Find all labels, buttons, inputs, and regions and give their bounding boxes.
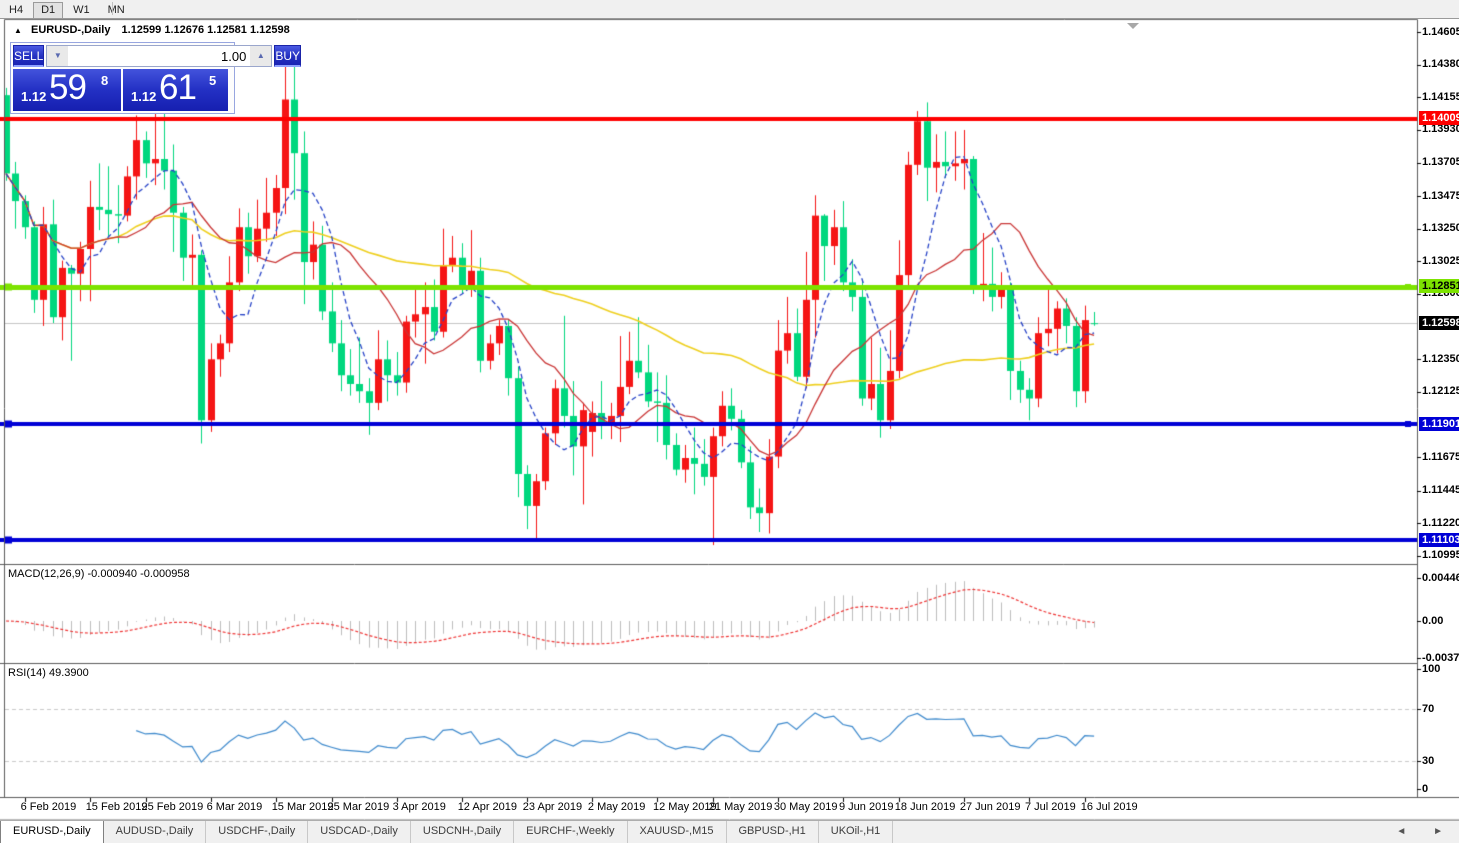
macd-indicator-label: MACD(12,26,9) -0.000940 -0.000958 <box>8 568 190 580</box>
terminal-window: H4D1W1MN ▲ EURUSD-,Daily 1.12599 1.12676… <box>0 0 1459 843</box>
time-axis-label: 7 Jul 2019 <box>1025 801 1076 813</box>
time-axis-label: 25 Mar 2019 <box>328 801 390 813</box>
time-axis-label: 3 Apr 2019 <box>393 801 446 813</box>
tab-ukoil-h1[interactable]: UKOil-,H1 <box>819 821 894 843</box>
tab-usdcad-daily[interactable]: USDCAD-,Daily <box>308 821 411 843</box>
chart-symbol-title: EURUSD-,Daily <box>31 24 110 36</box>
price-tick-label: 1.12125 <box>1422 385 1459 397</box>
time-axis-label: 6 Feb 2019 <box>21 801 77 813</box>
buy-price-prefix: 1.12 <box>131 89 156 104</box>
time-axis-label: 12 May 2019 <box>653 801 717 813</box>
timeframe-button-mn[interactable]: MN <box>100 2 133 19</box>
time-axis-label: 23 Apr 2019 <box>523 801 582 813</box>
volume-decrease-button[interactable]: ▼ <box>47 46 68 66</box>
price-tick-label: 1.13930 <box>1422 123 1459 135</box>
macd-axis-label: 0.00 <box>1422 615 1443 627</box>
buy-price-big: 61 <box>159 68 196 108</box>
chart-canvas[interactable] <box>0 0 1459 843</box>
tab-eurchf-weekly[interactable]: EURCHF-,Weekly <box>514 821 627 843</box>
timeframe-button-h4[interactable]: H4 <box>1 2 31 19</box>
time-axis-label: 12 Apr 2019 <box>458 801 517 813</box>
price-tick-label: 1.14155 <box>1422 91 1459 103</box>
time-axis-label: 21 May 2019 <box>709 801 773 813</box>
price-tick-label: 1.14380 <box>1422 58 1459 70</box>
price-badge: 1.12851 <box>1419 279 1459 293</box>
rsi-axis-label: 0 <box>1422 783 1428 795</box>
chart-title-bar: ▲ EURUSD-,Daily 1.12599 1.12676 1.12581 … <box>14 24 290 36</box>
time-axis-label: 25 Feb 2019 <box>142 801 204 813</box>
time-axis-label: 15 Mar 2019 <box>272 801 334 813</box>
time-axis-label: 16 Jul 2019 <box>1081 801 1138 813</box>
rsi-axis-label: 70 <box>1422 703 1434 715</box>
timeframe-toolbar: H4D1W1MN <box>0 0 1459 19</box>
timeframe-button-d1[interactable]: D1 <box>33 2 63 19</box>
price-tick-label: 1.11445 <box>1422 484 1459 496</box>
chart-ohlc-readout: 1.12599 1.12676 1.12581 1.12598 <box>122 24 290 36</box>
price-tick-label: 1.10995 <box>1422 549 1459 561</box>
price-badge: 1.12598 <box>1419 316 1459 330</box>
tab-audusd-daily[interactable]: AUDUSD-,Daily <box>104 821 207 843</box>
time-axis-label: 27 Jun 2019 <box>960 801 1021 813</box>
time-axis-label: 30 May 2019 <box>774 801 838 813</box>
price-tick-label: 1.13705 <box>1422 156 1459 168</box>
sell-price-tile[interactable]: 1.12 59 8 <box>13 69 121 111</box>
rsi-axis-label: 100 <box>1422 663 1440 675</box>
price-tick-label: 1.11675 <box>1422 451 1459 463</box>
buy-button[interactable]: BUY <box>274 45 301 67</box>
volume-input[interactable] <box>68 46 250 66</box>
tab-eurusd-daily[interactable]: EURUSD-,Daily <box>0 821 104 843</box>
price-tick-label: 1.12350 <box>1422 353 1459 365</box>
sell-button[interactable]: SELL <box>13 45 44 67</box>
rsi-indicator-label: RSI(14) 49.3900 <box>8 667 89 679</box>
symbol-tab-bar: EURUSD-,DailyAUDUSD-,DailyUSDCHF-,DailyU… <box>0 820 1459 843</box>
price-badge: 1.11103 <box>1419 533 1459 547</box>
rsi-axis-label: 30 <box>1422 755 1434 767</box>
toolbar-divider <box>112 2 113 15</box>
price-tick-label: 1.13025 <box>1422 255 1459 267</box>
collapse-panel-icon[interactable]: ▲ <box>14 26 22 35</box>
tab-xauusd-m15[interactable]: XAUUSD-,M15 <box>628 821 727 843</box>
sell-price-prefix: 1.12 <box>21 89 46 104</box>
tab-usdchf-daily[interactable]: USDCHF-,Daily <box>206 821 308 843</box>
time-axis-label: 9 Jun 2019 <box>839 801 893 813</box>
time-axis-label: 2 May 2019 <box>588 801 645 813</box>
time-axis-label: 6 Mar 2019 <box>207 801 263 813</box>
price-tick-label: 1.13250 <box>1422 222 1459 234</box>
tab-usdcnh-daily[interactable]: USDCNH-,Daily <box>411 821 514 843</box>
macd-axis-label: 0.004465 <box>1422 572 1459 584</box>
sell-price-big: 59 <box>49 68 86 108</box>
price-tick-label: 1.11220 <box>1422 517 1459 529</box>
tab-scroll-arrows[interactable]: ◄ ► <box>1396 826 1455 837</box>
volume-increase-button[interactable]: ▲ <box>250 46 271 66</box>
price-badge: 1.14009 <box>1419 111 1459 125</box>
sell-price-pip: 8 <box>101 73 108 88</box>
time-axis-label: 18 Jun 2019 <box>895 801 956 813</box>
buy-price-pip: 5 <box>209 73 216 88</box>
price-tick-label: 1.14605 <box>1422 26 1459 38</box>
price-tick-label: 1.13475 <box>1422 190 1459 202</box>
buy-price-tile[interactable]: 1.12 61 5 <box>123 69 228 111</box>
tab-gbpusd-h1[interactable]: GBPUSD-,H1 <box>727 821 819 843</box>
timeframe-button-w1[interactable]: W1 <box>65 2 98 19</box>
chart-shift-marker[interactable] <box>1127 23 1139 29</box>
volume-stepper: ▼ ▲ <box>46 45 272 67</box>
one-click-trade-panel: SELL ▼ ▲ BUY 1.12 59 8 1.12 61 5 <box>10 42 235 114</box>
time-axis-label: 15 Feb 2019 <box>86 801 148 813</box>
price-badge: 1.11901 <box>1419 417 1459 431</box>
